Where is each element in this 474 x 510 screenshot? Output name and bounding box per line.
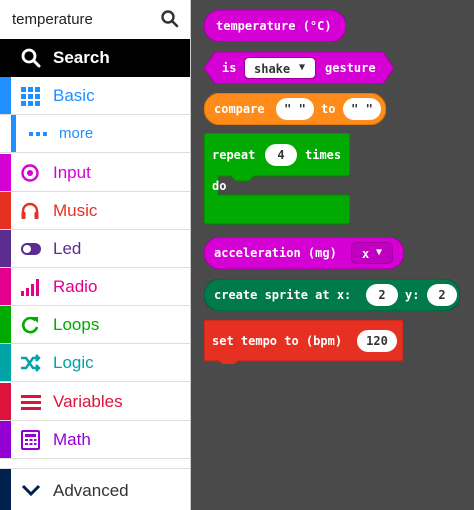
list-icon <box>20 392 42 412</box>
toolbox-sidebar: Search Basic more Input <box>0 0 191 510</box>
axis-dropdown[interactable]: x ▼ <box>351 242 393 264</box>
block-label: gesture <box>325 61 376 75</box>
create-sprite-block[interactable]: create sprite at x: 2 y: 2 <box>204 279 460 311</box>
category-input[interactable]: Input <box>0 154 190 192</box>
category-color-stripe <box>0 383 11 420</box>
category-label: Logic <box>53 353 94 372</box>
block-label: to <box>321 102 336 116</box>
refresh-icon <box>20 315 42 335</box>
category-label: Radio <box>53 277 98 296</box>
category-color-stripe <box>0 230 11 267</box>
category-color-stripe <box>11 115 16 152</box>
ellipsis-icon <box>27 124 49 144</box>
category-variables[interactable]: Variables <box>0 383 190 421</box>
grid-icon <box>20 86 42 106</box>
block-label: create sprite at x: <box>214 288 352 302</box>
category-color-stripe <box>0 268 11 305</box>
block-label: times <box>305 148 342 162</box>
block-label: acceleration (mg) <box>214 246 337 260</box>
block-label: is <box>222 61 237 75</box>
category-led[interactable]: Led <box>0 230 190 268</box>
block-label: temperature (°C) <box>216 19 332 33</box>
category-logic[interactable]: Logic <box>0 344 190 382</box>
category-label: Led <box>53 239 82 258</box>
chevron-down-icon <box>20 480 42 500</box>
category-search[interactable]: Search <box>0 39 190 77</box>
category-label: Variables <box>53 392 123 411</box>
category-advanced[interactable]: Advanced <box>0 468 190 510</box>
block-label: compare <box>214 102 265 116</box>
sprite-y-input[interactable]: 2 <box>427 284 457 306</box>
block-label: y: <box>405 288 420 302</box>
dropdown-value: shake <box>254 62 291 76</box>
tempo-bpm-input[interactable]: 120 <box>357 330 397 352</box>
compare-first-input[interactable]: " " <box>276 98 314 120</box>
target-icon <box>20 163 42 183</box>
category-color-stripe <box>0 306 11 343</box>
category-color-stripe <box>0 154 11 191</box>
category-label: Music <box>53 201 98 220</box>
category-label: Basic <box>53 86 95 105</box>
category-loops[interactable]: Loops <box>0 306 190 344</box>
gesture-block[interactable]: is shake ▼ gesture <box>204 52 394 84</box>
blocks-workspace[interactable]: temperature (°C) is shake ▼ gesture comp… <box>191 0 474 510</box>
category-label: more <box>59 125 94 142</box>
temperature-block[interactable]: temperature (°C) <box>204 10 346 42</box>
category-label: Advanced <box>53 481 129 500</box>
block-label: set tempo to (bpm) <box>212 334 343 348</box>
search-input[interactable] <box>12 8 152 30</box>
category-label: Loops <box>53 315 100 334</box>
toggle-icon <box>20 239 42 259</box>
dropdown-arrow-icon: ▼ <box>299 62 306 73</box>
acceleration-block[interactable]: acceleration (mg) x ▼ <box>204 237 404 269</box>
category-label: Input <box>53 163 91 182</box>
category-basic[interactable]: Basic <box>0 77 190 115</box>
category-label: Search <box>53 48 110 67</box>
dropdown-value: x <box>362 247 370 261</box>
search-icon[interactable] <box>160 9 180 29</box>
category-color-stripe <box>0 77 11 114</box>
category-color-stripe <box>0 469 11 510</box>
compare-block[interactable]: compare " " to " " <box>204 93 386 125</box>
category-color-stripe <box>0 421 11 458</box>
dropdown-arrow-icon: ▼ <box>376 247 383 258</box>
category-color-stripe <box>0 192 11 229</box>
shuffle-icon <box>20 353 42 373</box>
category-music[interactable]: Music <box>0 192 190 230</box>
calculator-icon <box>20 430 42 450</box>
block-label: do <box>212 179 227 193</box>
repeat-count-input[interactable]: 4 <box>265 144 297 166</box>
category-label: Math <box>53 430 91 449</box>
compare-second-input[interactable]: " " <box>343 98 381 120</box>
headphones-icon <box>20 201 42 221</box>
repeat-block[interactable]: repeat 4 times do <box>204 133 350 225</box>
sprite-x-input[interactable]: 2 <box>366 284 398 306</box>
signal-icon <box>20 277 42 297</box>
set-tempo-block[interactable]: set tempo to (bpm) 120 <box>204 320 403 364</box>
category-math[interactable]: Math <box>0 421 190 459</box>
gesture-dropdown[interactable]: shake ▼ <box>244 57 316 79</box>
category-color-stripe <box>0 344 11 381</box>
category-radio[interactable]: Radio <box>0 268 190 306</box>
search-icon <box>20 48 42 68</box>
category-basic-more[interactable]: more <box>0 115 190 153</box>
toolbox-search <box>0 0 190 39</box>
block-label: repeat <box>212 148 256 162</box>
